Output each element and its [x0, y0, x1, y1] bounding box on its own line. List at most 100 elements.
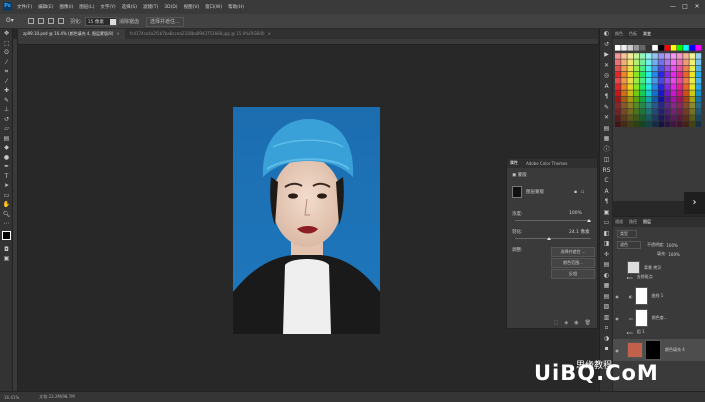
swatch-cell[interactable] — [627, 102, 633, 109]
swatch-cell[interactable] — [658, 53, 664, 59]
swatch-cell[interactable] — [683, 65, 689, 72]
swatch-cell[interactable] — [621, 121, 627, 127]
swatch-cell[interactable] — [639, 115, 646, 121]
swatch-cell[interactable] — [689, 121, 695, 127]
swatch-cell[interactable] — [621, 90, 627, 96]
actions-icon[interactable]: ▶ — [600, 50, 613, 61]
swatch-cell[interactable] — [615, 65, 621, 72]
select-and-mask-button[interactable]: 选择并遮住 ... — [551, 247, 595, 257]
swatch-cell[interactable] — [627, 78, 633, 84]
color-swatches[interactable] — [0, 229, 14, 245]
feather-value[interactable]: 24.1 像素 — [569, 229, 589, 235]
kind-filter[interactable]: 类型 — [617, 230, 637, 238]
opacity-value[interactable]: 100% — [666, 243, 677, 248]
swatch-cell[interactable] — [621, 78, 627, 84]
swatch-cell[interactable] — [677, 102, 683, 109]
swatch-cell[interactable] — [627, 53, 633, 59]
layer-row[interactable]: ◉ ▭ 颜色查... — [613, 309, 705, 327]
swatch-cell[interactable] — [670, 59, 677, 65]
swatch-cell[interactable] — [689, 90, 695, 96]
swatch-cell[interactable] — [646, 59, 652, 65]
blend-mode-select[interactable]: 滤色 — [617, 241, 641, 249]
swatch-cell[interactable] — [633, 115, 640, 121]
swatch-cell[interactable] — [677, 78, 683, 84]
color-wheel-icon[interactable]: ◎ — [600, 71, 613, 82]
swatch-cell[interactable] — [633, 90, 640, 96]
swatch-cell[interactable] — [652, 65, 658, 72]
swatch-cell[interactable] — [615, 53, 621, 59]
dodge-icon[interactable]: ● — [0, 153, 13, 163]
swatch-cell[interactable] — [683, 53, 689, 59]
swatch-cell[interactable] — [615, 45, 621, 51]
select-mask-icon[interactable]: ▪ — [574, 190, 577, 195]
shape-icon[interactable]: ▭ — [0, 191, 13, 201]
swatch-cell[interactable] — [615, 78, 621, 84]
swatch-cell[interactable] — [639, 59, 646, 65]
hand-icon[interactable]: ✋ — [0, 200, 13, 210]
swatch-cell[interactable] — [633, 53, 640, 59]
swatch-cell[interactable] — [689, 65, 695, 72]
swatch-cell[interactable] — [652, 115, 658, 121]
blur-icon[interactable]: ◆ — [0, 143, 13, 153]
panel-extra-icon[interactable]: ▪ — [600, 344, 613, 355]
swatch-cell[interactable] — [670, 78, 677, 84]
menu-3d[interactable]: 3D(D) — [164, 5, 177, 10]
menu-image[interactable]: 图像(I) — [59, 4, 73, 10]
tab-layers[interactable]: 图层 — [643, 219, 651, 225]
swatch-cell[interactable] — [652, 84, 658, 90]
swatch-cell[interactable] — [658, 102, 664, 109]
swatch-cell[interactable] — [670, 121, 677, 127]
antialias-checkbox[interactable] — [110, 18, 116, 25]
swatch-cell[interactable] — [639, 96, 646, 103]
swatch-cell[interactable] — [621, 84, 627, 90]
zoom-level[interactable]: 16.41% — [4, 395, 19, 400]
menu-view[interactable]: 视图(V) — [184, 4, 200, 10]
pen-icon[interactable]: ✒ — [0, 162, 13, 172]
quick-mask-icon[interactable]: ◘ — [0, 245, 13, 255]
swatch-cell[interactable] — [621, 45, 627, 51]
swatch-cell[interactable] — [664, 102, 671, 109]
swatch-cell[interactable] — [670, 96, 677, 103]
swatch-cell[interactable] — [689, 102, 695, 109]
swatch-cell[interactable] — [683, 84, 689, 90]
density-slider-thumb[interactable] — [587, 219, 591, 222]
paragraph-icon[interactable]: ¶ — [600, 92, 613, 103]
swatch-cell[interactable] — [689, 115, 695, 121]
swatch-cell[interactable] — [677, 59, 683, 65]
libraries-icon[interactable]: ▤ — [600, 124, 613, 135]
layer-comps-icon[interactable]: ◧ — [600, 229, 613, 240]
swatch-cell[interactable] — [695, 84, 702, 90]
intersect-selection-icon[interactable] — [58, 18, 64, 24]
lasso-tool-icon[interactable]: ʘ▾ — [6, 17, 18, 26]
swatch-cell[interactable] — [683, 90, 689, 96]
swatch-cell[interactable] — [633, 96, 640, 103]
visibility-icon[interactable]: ◉ — [613, 316, 621, 321]
swatch-cell[interactable] — [652, 78, 658, 84]
menu-layer[interactable]: 图层(L) — [79, 4, 94, 10]
menu-file[interactable]: 文件(F) — [17, 4, 32, 10]
swatch-cell[interactable] — [621, 65, 627, 72]
visibility-icon[interactable]: ◉ — [613, 348, 621, 353]
close-icon[interactable]: × — [268, 29, 271, 39]
styles-icon[interactable]: ▦ — [600, 134, 613, 145]
swatch-cell[interactable] — [695, 102, 702, 109]
swatch-cell[interactable] — [670, 65, 677, 72]
swatch-cell[interactable] — [615, 90, 621, 96]
swatch-grid[interactable] — [615, 45, 703, 141]
swatch-cell[interactable] — [633, 65, 640, 72]
swatch-cell[interactable] — [627, 90, 633, 96]
swatch-cell[interactable] — [670, 109, 677, 115]
swatch-cell[interactable] — [695, 78, 702, 84]
swatch-cell[interactable] — [633, 45, 640, 51]
load-selection-icon[interactable]: ⬚ — [554, 320, 559, 326]
swatch-cell[interactable] — [689, 45, 695, 51]
swatch-cell[interactable] — [664, 90, 671, 96]
swatch-cell[interactable] — [621, 59, 627, 65]
swatch-cell[interactable] — [621, 102, 627, 109]
foreground-color[interactable] — [2, 230, 11, 240]
adjustments-icon[interactable]: ✕ — [600, 113, 613, 124]
swatch-cell[interactable] — [652, 102, 658, 109]
swatch-cell[interactable] — [658, 96, 664, 103]
swatch-cell[interactable] — [670, 45, 677, 51]
swatch-cell[interactable] — [689, 71, 695, 78]
